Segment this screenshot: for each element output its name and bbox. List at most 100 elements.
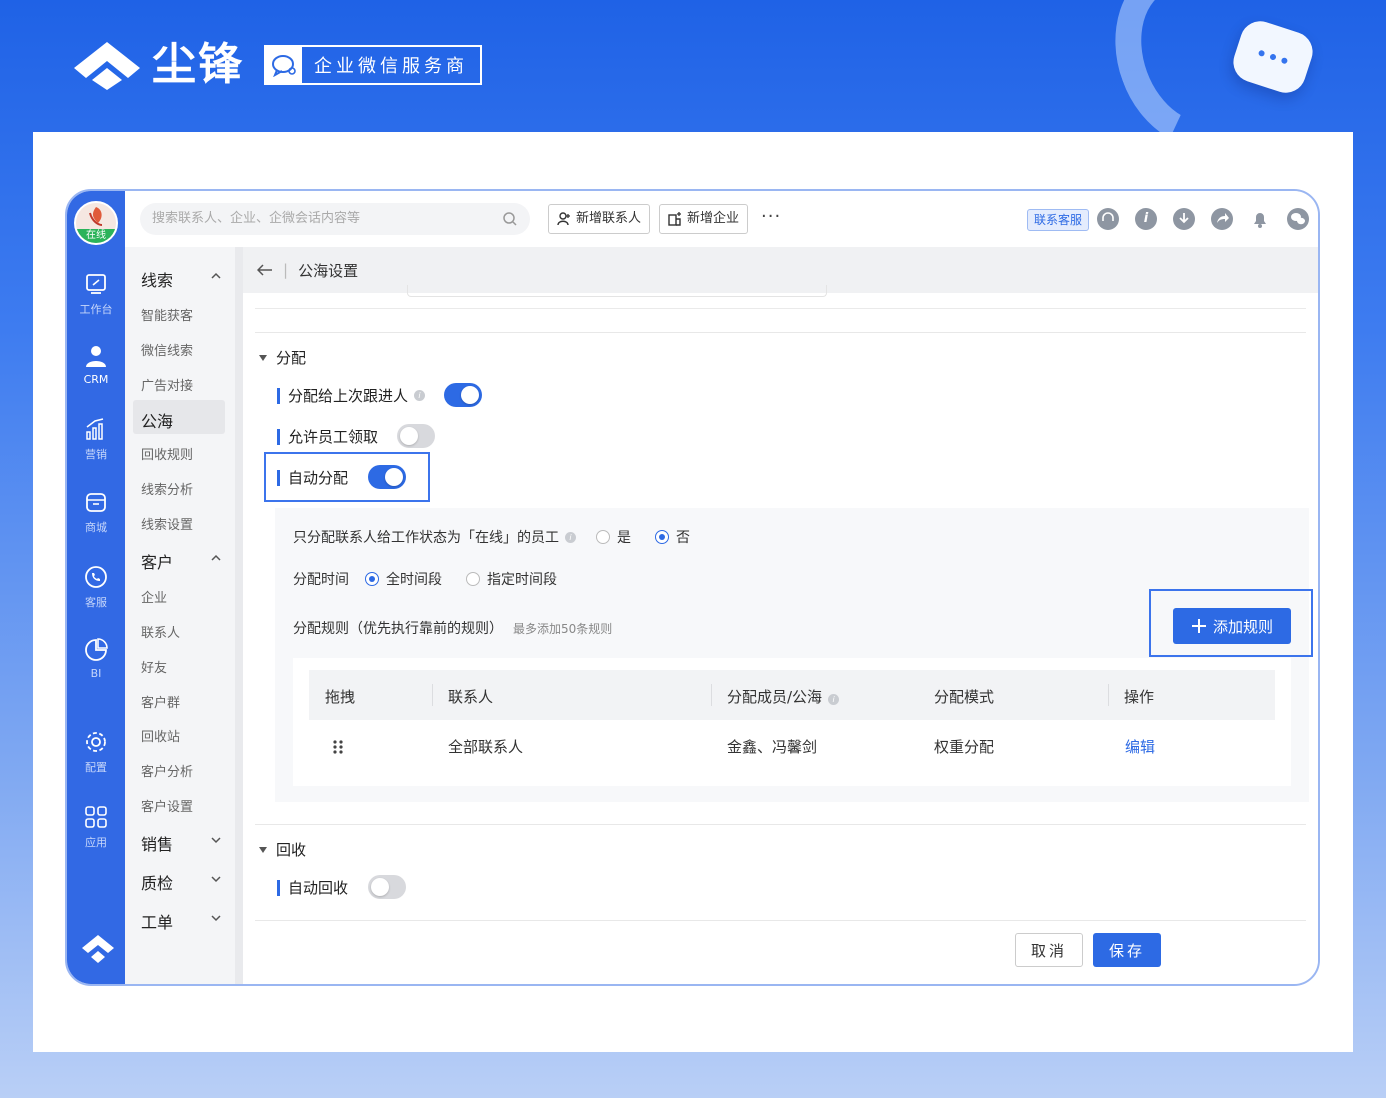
assign-time-row: 分配时间 全时间段 指定时间段 — [293, 569, 557, 589]
page-title: 公海设置 — [298, 261, 359, 280]
column-header-text: 分配成员/公海 — [727, 688, 823, 706]
specific-time-radio[interactable] — [466, 572, 480, 586]
field-label: 分配给上次跟进人 — [288, 387, 409, 405]
rules-label: 分配规则（优先执行靠前的规则） — [293, 621, 503, 637]
chart-icon — [86, 418, 104, 440]
rail-item-crm[interactable]: CRM — [67, 343, 125, 386]
sidebar-item-public-pool[interactable]: 公海 — [141, 408, 173, 432]
search-input[interactable]: 搜索联系人、企业、企微会话内容等 — [140, 203, 530, 235]
toggle-knob — [461, 386, 479, 404]
search-icon — [503, 212, 517, 226]
download-icon[interactable] — [1173, 208, 1195, 230]
auto-assign-toggle[interactable] — [368, 465, 406, 489]
add-company-button[interactable]: 新增企业 — [659, 204, 749, 234]
rail-item-apps[interactable]: 应用 — [67, 804, 125, 850]
save-button[interactable]: 保存 — [1093, 933, 1161, 967]
back-arrow-icon[interactable] — [257, 264, 273, 276]
bell-icon[interactable] — [1249, 208, 1271, 230]
phone-icon — [85, 566, 107, 588]
more-menu-button[interactable]: ··· — [761, 208, 781, 226]
add-contact-button[interactable]: 新增联系人 — [548, 204, 651, 234]
online-yes-radio[interactable] — [596, 530, 610, 544]
drag-handle-icon[interactable] — [332, 739, 344, 755]
breadcrumb-separator: | — [283, 261, 289, 279]
sidebar-item-ads[interactable]: 广告对接 — [141, 375, 193, 394]
rail-item-shop[interactable]: 商城 — [67, 489, 125, 535]
rail-label: 应用 — [85, 836, 107, 849]
all-time-radio[interactable] — [365, 572, 379, 586]
column-header-action: 操作 — [1124, 688, 1155, 706]
auto-assign-field: 自动分配 — [277, 467, 348, 488]
add-rule-button[interactable]: 添加规则 — [1173, 608, 1291, 644]
apps-icon — [85, 806, 107, 828]
cancel-button[interactable]: 取消 — [1015, 933, 1083, 967]
chat-bubble-icon — [266, 47, 302, 83]
rules-hint: 最多添加50条规则 — [513, 621, 613, 636]
sidebar-item-recycle-rules[interactable]: 回收规则 — [141, 444, 193, 463]
sidebar-group-customers[interactable]: 客户 — [141, 549, 227, 573]
contact-support-button[interactable]: 联系客服 — [1027, 209, 1090, 231]
table-header: 拖拽 联系人 分配成员/公海 i 分配模式 操作 — [309, 670, 1275, 720]
rail-label: CRM — [83, 373, 109, 386]
sidebar-item-company[interactable]: 企业 — [141, 587, 167, 606]
sidebar-item-contacts[interactable]: 联系人 — [141, 622, 180, 641]
section-assign-title[interactable]: 分配 — [259, 347, 306, 368]
brand-logo-icon — [74, 42, 140, 90]
column-header-drag: 拖拽 — [325, 688, 356, 706]
allow-claim-toggle[interactable] — [397, 424, 435, 448]
info-icon[interactable]: i — [1135, 208, 1157, 230]
sidebar-item-lead-analysis[interactable]: 线索分析 — [141, 479, 193, 498]
chevron-down-icon — [211, 915, 221, 922]
auto-recycle-toggle[interactable] — [368, 875, 406, 899]
rail-item-config[interactable]: 配置 — [67, 729, 125, 775]
assign-last-follower-toggle[interactable] — [444, 383, 482, 407]
sidebar-item-wechat-leads[interactable]: 微信线索 — [141, 340, 193, 359]
column-header-members: 分配成员/公海 i — [727, 686, 840, 707]
share-icon[interactable] — [1211, 208, 1233, 230]
rail-item-marketing[interactable]: 营销 — [67, 416, 125, 462]
headset-icon[interactable] — [1097, 208, 1119, 230]
wechat-icon[interactable] — [1287, 208, 1309, 230]
rail-item-bi[interactable]: BI — [67, 637, 125, 680]
add-building-icon — [668, 212, 681, 226]
field-label: 自动分配 — [288, 469, 349, 487]
sidebar-group-label: 质检 — [141, 874, 174, 893]
chevron-up-icon — [211, 554, 221, 561]
sidebar-item-customer-groups[interactable]: 客户群 — [141, 692, 180, 711]
search-placeholder: 搜索联系人、企业、企微会话内容等 — [152, 211, 361, 226]
sidebar-item-smart-acquire[interactable]: 智能获客 — [141, 305, 193, 324]
sidebar-item-customer-settings[interactable]: 客户设置 — [141, 796, 193, 815]
divider — [255, 824, 1306, 825]
field-marker — [277, 387, 280, 404]
assign-time-label: 分配时间 — [293, 572, 349, 588]
edit-link[interactable]: 编辑 — [1125, 736, 1155, 757]
section-label: 分配 — [276, 349, 307, 367]
sidebar-item-customer-analysis[interactable]: 客户分析 — [141, 761, 193, 780]
rules-table: 拖拽 联系人 分配成员/公海 i 分配模式 操作 全部联系人 金鑫、冯馨剑 权重分… — [293, 658, 1291, 786]
info-icon[interactable]: i — [565, 531, 576, 543]
rail-item-workbench[interactable]: 工作台 — [67, 271, 125, 317]
brand-name: 尘锋 — [152, 39, 244, 90]
sidebar-item-lead-settings[interactable]: 线索设置 — [141, 514, 193, 533]
sidebar-group-leads[interactable]: 线索 — [141, 267, 227, 291]
info-icon[interactable]: i — [414, 390, 426, 401]
sidebar-group-sales[interactable]: 销售 — [141, 831, 227, 855]
online-no-radio[interactable] — [655, 530, 669, 544]
rail-label: 商城 — [85, 521, 107, 534]
info-icon[interactable]: i — [828, 694, 840, 705]
previous-section-edge — [255, 285, 1306, 309]
toggle-knob — [371, 878, 389, 896]
avatar[interactable]: 在线 — [74, 201, 118, 245]
rail-item-service[interactable]: 客服 — [67, 564, 125, 610]
gear-icon — [86, 732, 106, 752]
sidebar-item-recycle-bin[interactable]: 回收站 — [141, 726, 180, 745]
rail-label: 工作台 — [79, 303, 113, 316]
sidebar-divider — [235, 247, 243, 984]
wecom-badge: 企业微信服务商 — [264, 45, 482, 85]
sidebar-group-ticket[interactable]: 工单 — [141, 909, 227, 933]
chevron-down-icon — [211, 837, 221, 844]
sidebar-item-friends[interactable]: 好友 — [141, 657, 167, 676]
field-marker — [277, 469, 280, 486]
section-recycle-title[interactable]: 回收 — [259, 839, 306, 860]
sidebar-group-qc[interactable]: 质检 — [141, 870, 227, 894]
